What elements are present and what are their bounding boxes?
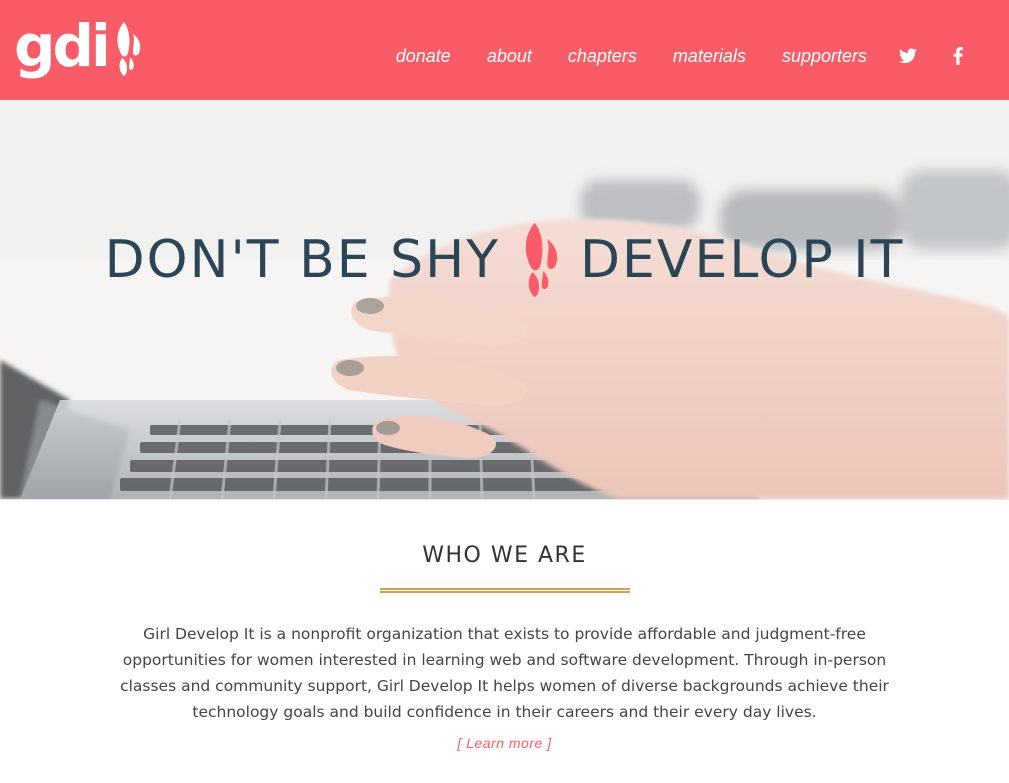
- logo-splash-icon: [117, 22, 141, 76]
- nav-about[interactable]: about: [487, 44, 532, 68]
- heading-divider: [379, 588, 630, 593]
- nav-materials[interactable]: materials: [673, 44, 746, 68]
- hero-title-left: DON'T BE SHY: [104, 230, 501, 290]
- about-description: Girl Develop It is a nonprofit organizat…: [120, 625, 889, 721]
- nav-donate[interactable]: donate: [396, 44, 451, 68]
- hero-splash-icon: [525, 222, 558, 298]
- hero-title: DON'T BE SHY DEVELOP IT: [0, 220, 1009, 300]
- logo-text: gdi: [14, 12, 111, 80]
- learn-more-link[interactable]: [ Learn more ]: [457, 735, 551, 751]
- twitter-icon[interactable]: [899, 47, 917, 65]
- hero-banner: DON'T BE SHY DEVELOP IT: [0, 100, 1009, 500]
- main-nav: donate about chapters materials supporte…: [396, 44, 967, 68]
- gdi-logo[interactable]: gdi: [14, 16, 145, 78]
- who-we-are-section: WHO WE ARE Girl Develop It is a nonprofi…: [0, 500, 1009, 753]
- nav-supporters[interactable]: supporters: [782, 44, 867, 68]
- nav-chapters[interactable]: chapters: [568, 44, 637, 68]
- site-header: gdi donate about chapters materials supp…: [0, 0, 1009, 100]
- hero-title-right: DEVELOP IT: [580, 230, 905, 290]
- facebook-icon[interactable]: [949, 47, 967, 65]
- section-heading: WHO WE ARE: [422, 543, 587, 568]
